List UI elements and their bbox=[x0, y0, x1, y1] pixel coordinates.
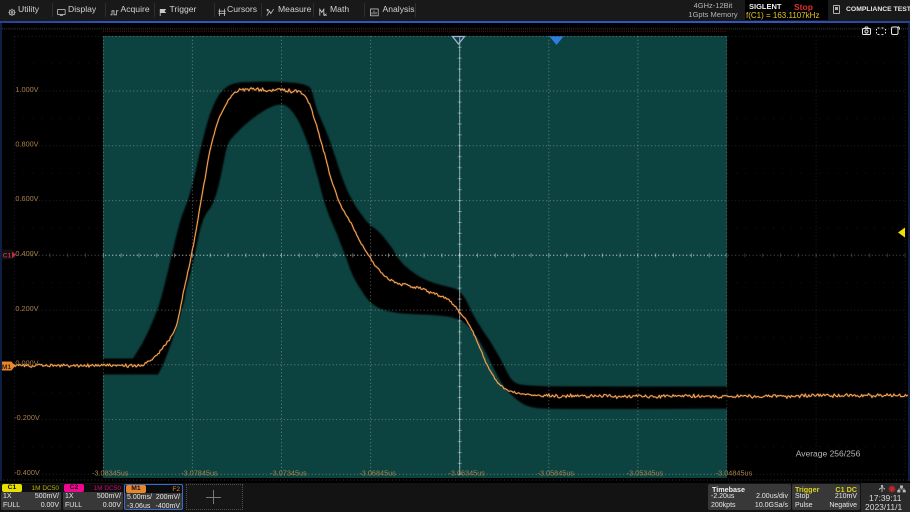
svg-text:0.400V: 0.400V bbox=[15, 249, 38, 258]
svg-text:-3.06345us: -3.06345us bbox=[448, 468, 485, 477]
svg-text:-3.04845us: -3.04845us bbox=[716, 468, 753, 477]
svg-text:-3.07345us: -3.07345us bbox=[270, 468, 307, 477]
svg-text:-3.05845us: -3.05845us bbox=[538, 468, 575, 477]
svg-text:M1: M1 bbox=[2, 364, 11, 371]
svg-text:C1: C1 bbox=[3, 253, 12, 260]
svg-text:0.600V: 0.600V bbox=[15, 194, 38, 203]
svg-text:-3.08345us: -3.08345us bbox=[92, 468, 129, 477]
svg-text:-3.07845us: -3.07845us bbox=[181, 468, 218, 477]
svg-text:0.200V: 0.200V bbox=[15, 304, 38, 313]
svg-text:-3.05345us: -3.05345us bbox=[627, 468, 664, 477]
svg-text:-3.06845us: -3.06845us bbox=[359, 468, 396, 477]
svg-text:Average 256/256: Average 256/256 bbox=[796, 449, 861, 459]
svg-text:0.800V: 0.800V bbox=[15, 140, 38, 149]
svg-text:1.000V: 1.000V bbox=[15, 85, 38, 94]
svg-text:-0.200V: -0.200V bbox=[14, 413, 40, 422]
svg-text:-0.400V: -0.400V bbox=[14, 468, 40, 477]
svg-text:0.000V: 0.000V bbox=[15, 359, 38, 368]
